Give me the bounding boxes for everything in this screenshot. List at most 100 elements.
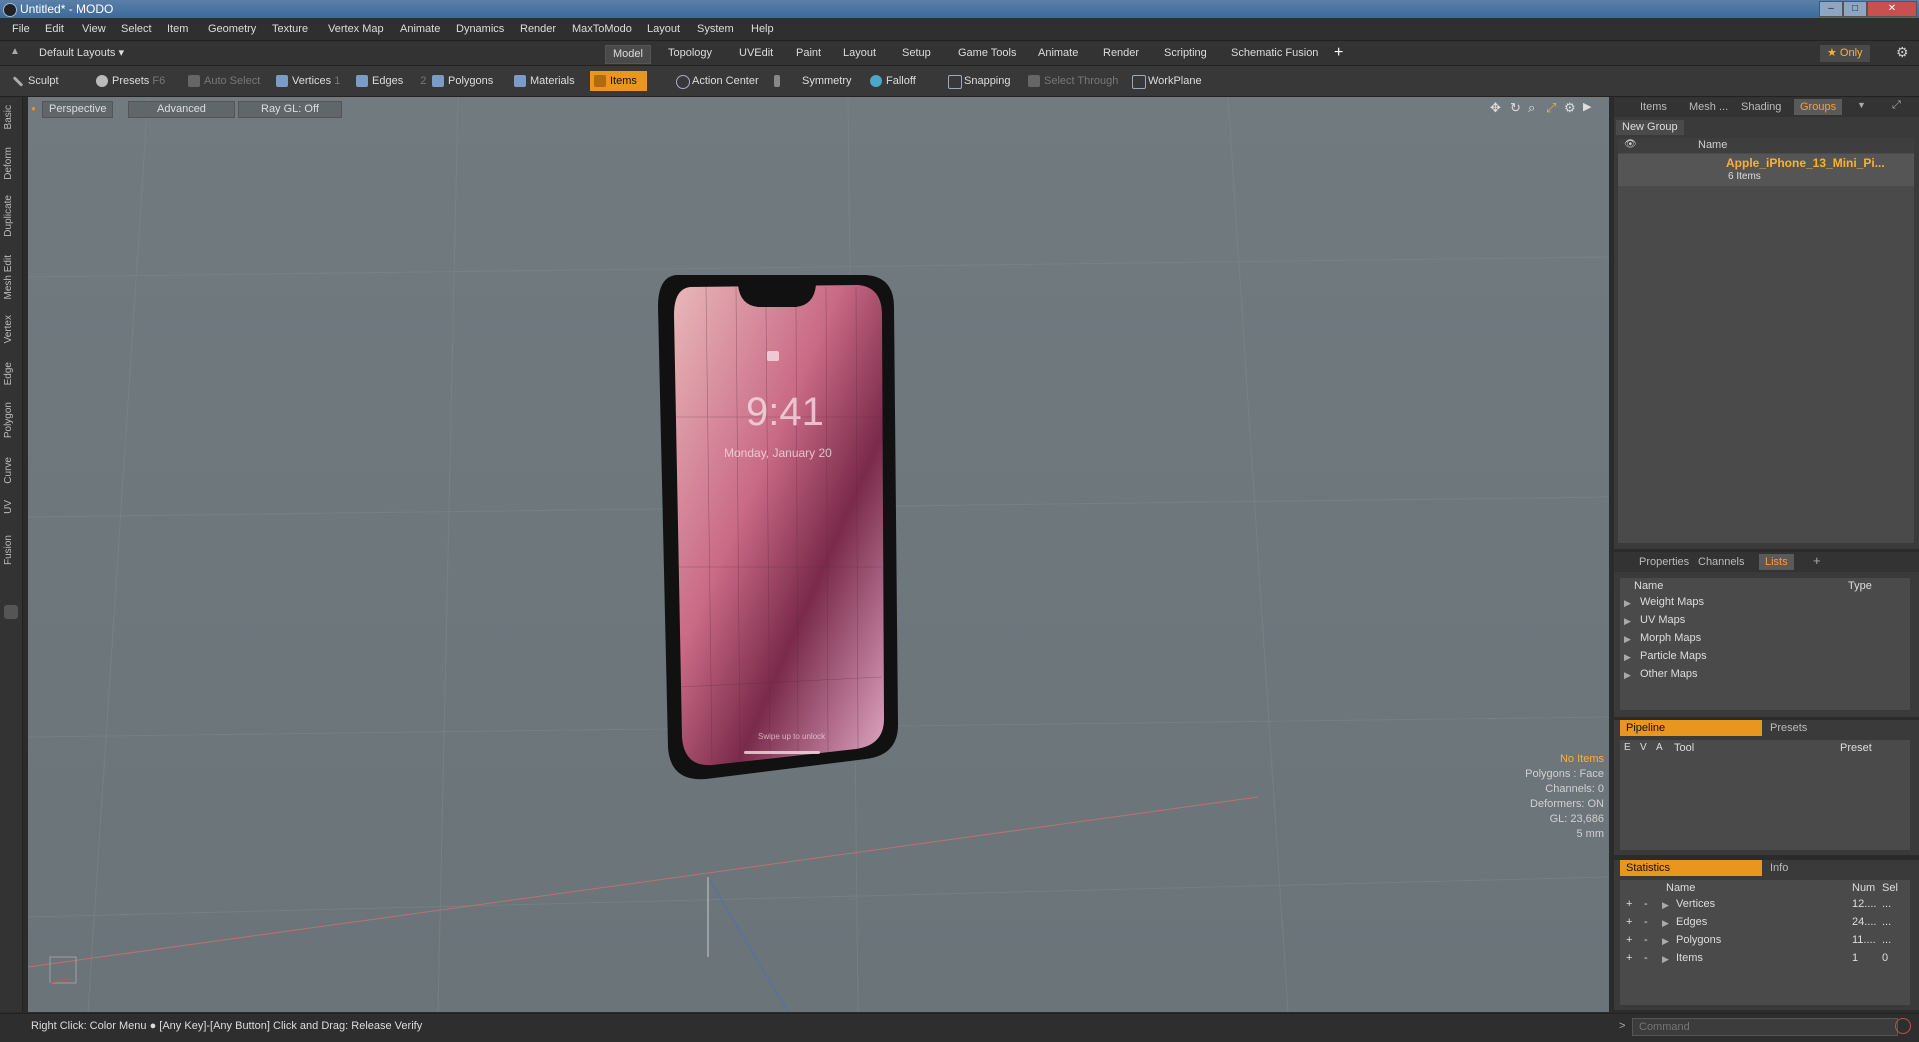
collapse-button[interactable]: - — [1644, 952, 1648, 964]
minimize-button[interactable]: – — [1819, 1, 1843, 17]
close-button[interactable]: ✕ — [1867, 1, 1917, 17]
tab-render[interactable]: Render — [1096, 45, 1146, 62]
list-item[interactable]: UV Maps — [1640, 614, 1685, 626]
3d-viewport[interactable]: ● Perspective Advanced Ray GL: Off ✥ ↻ ⌕… — [28, 97, 1609, 1012]
vtab-polygon[interactable]: Polygon — [3, 402, 14, 438]
tab-statistics[interactable]: Statistics — [1620, 860, 1762, 876]
zoom-icon[interactable]: ⌕ — [1528, 100, 1535, 116]
list-item[interactable]: Other Maps — [1640, 668, 1697, 680]
rotate-icon[interactable]: ↻ — [1510, 100, 1521, 116]
tab-presets[interactable]: Presets — [1764, 720, 1813, 736]
tab-mesh[interactable]: Mesh ... — [1683, 99, 1734, 115]
menu-animate[interactable]: Animate — [400, 23, 440, 35]
menu-system[interactable]: System — [697, 23, 734, 35]
tab-animate[interactable]: Animate — [1031, 45, 1085, 62]
menu-file[interactable]: File — [12, 23, 30, 35]
expand-button[interactable]: + — [1626, 934, 1632, 946]
tab-scripting[interactable]: Scripting — [1157, 45, 1214, 62]
menu-view[interactable]: View — [82, 23, 106, 35]
polygons-button[interactable]: Polygons — [428, 71, 493, 91]
gear-icon[interactable]: ⚙ — [1896, 44, 1909, 61]
group-row[interactable]: Apple_iPhone_13_Mini_Pi... 6 Items — [1618, 154, 1914, 186]
collapse-button[interactable]: - — [1644, 916, 1648, 928]
iphone-model[interactable]: 9:41 Monday, January 20 Swipe up to unlo… — [646, 267, 906, 797]
materials-button[interactable]: Materials — [510, 71, 575, 91]
strip-toggle-button[interactable] — [4, 605, 18, 619]
vtab-mesh-edit[interactable]: Mesh Edit — [3, 255, 14, 299]
only-toggle[interactable]: ★ Only — [1820, 45, 1870, 62]
vtab-deform[interactable]: Deform — [3, 147, 14, 180]
add-tab-icon[interactable]: + — [1813, 553, 1821, 568]
workplane-button[interactable]: WorkPlane — [1128, 71, 1202, 91]
menu-help[interactable]: Help — [751, 23, 774, 35]
add-tab-icon[interactable]: + — [1334, 44, 1343, 62]
menu-texture[interactable]: Texture — [272, 23, 308, 35]
list-item[interactable]: Morph Maps — [1640, 632, 1701, 644]
tab-schematic-fusion[interactable]: Schematic Fusion — [1224, 45, 1325, 62]
auto-select-button[interactable]: Auto Select — [184, 71, 260, 91]
menu-dynamics[interactable]: Dynamics — [456, 23, 504, 35]
menu-maxtomodo[interactable]: MaxToModo — [572, 23, 632, 35]
tab-groups[interactable]: Groups — [1794, 99, 1843, 115]
tab-shading[interactable]: Shading — [1735, 99, 1787, 115]
vtab-basic[interactable]: Basic — [3, 105, 14, 129]
vtab-duplicate[interactable]: Duplicate — [3, 195, 14, 237]
tab-model[interactable]: Model — [605, 45, 651, 64]
tab-topology[interactable]: Topology — [661, 45, 719, 62]
falloff-button[interactable]: Falloff — [866, 71, 916, 91]
tab-info[interactable]: Info — [1764, 860, 1794, 876]
fit-icon[interactable]: ⤢ — [1546, 100, 1556, 116]
menu-vertex-map[interactable]: Vertex Map — [328, 23, 384, 35]
tab-lists[interactable]: Lists — [1759, 554, 1794, 570]
menu-item[interactable]: Item — [167, 23, 188, 35]
tab-game-tools[interactable]: Game Tools — [951, 45, 1024, 62]
new-group-button[interactable]: New Group — [1616, 120, 1684, 135]
menu-edit[interactable]: Edit — [45, 23, 64, 35]
vtab-curve[interactable]: Curve — [3, 457, 14, 484]
list-item[interactable]: Weight Maps — [1640, 596, 1704, 608]
raygl-button[interactable]: Ray GL: Off — [238, 101, 342, 118]
expand-button[interactable]: + — [1626, 916, 1632, 928]
menu-layout[interactable]: Layout — [647, 23, 680, 35]
select-through-button[interactable]: Select Through — [1024, 71, 1118, 91]
vtab-fusion[interactable]: Fusion — [3, 535, 14, 565]
sculpt-button[interactable]: Sculpt — [8, 71, 59, 91]
collapse-button[interactable]: - — [1644, 898, 1648, 910]
menu-geometry[interactable]: Geometry — [208, 23, 256, 35]
tab-properties[interactable]: Properties — [1633, 554, 1695, 570]
expand-button[interactable]: + — [1626, 952, 1632, 964]
action-center-button[interactable]: Action Center — [672, 71, 759, 91]
collapse-button[interactable]: - — [1644, 934, 1648, 946]
tab-uvedit[interactable]: UVEdit — [732, 45, 780, 62]
tab-layout[interactable]: Layout — [836, 45, 883, 62]
symmetry-button[interactable]: Symmetry — [770, 71, 852, 91]
maximize-button[interactable]: □ — [1843, 1, 1867, 17]
vtab-uv[interactable]: UV — [3, 500, 14, 514]
edges-button[interactable]: Edges 2 — [352, 71, 426, 91]
view-perspective-button[interactable]: Perspective — [42, 101, 114, 118]
layout-arrow-icon[interactable]: ▲ — [10, 46, 20, 57]
record-icon[interactable] — [1895, 1018, 1911, 1034]
tab-setup[interactable]: Setup — [895, 45, 938, 62]
tab-pipeline[interactable]: Pipeline — [1620, 720, 1762, 736]
vtab-edge[interactable]: Edge — [3, 362, 14, 385]
tab-channels[interactable]: Channels — [1692, 554, 1750, 570]
tab-paint[interactable]: Paint — [789, 45, 828, 62]
pan-icon[interactable]: ✥ — [1490, 100, 1501, 116]
tabs-dropdown-icon[interactable]: ▼ — [1857, 100, 1866, 110]
items-button[interactable]: Items — [590, 71, 647, 91]
vertices-button[interactable]: Vertices 1 — [272, 71, 340, 91]
tab-items[interactable]: Items — [1634, 99, 1673, 115]
list-item[interactable]: Particle Maps — [1640, 650, 1707, 662]
expand-button[interactable]: + — [1626, 898, 1632, 910]
menu-render[interactable]: Render — [520, 23, 556, 35]
viewport-settings-icon[interactable]: ⚙ — [1564, 100, 1576, 116]
command-input[interactable] — [1632, 1018, 1898, 1036]
viewport-menu-icon[interactable]: ▶ — [1583, 100, 1591, 113]
snapping-button[interactable]: Snapping — [944, 71, 1011, 91]
expand-panel-icon[interactable]: ⤢ — [1892, 99, 1901, 112]
presets-button[interactable]: Presets F6 — [92, 71, 165, 91]
view-mode-button[interactable]: Advanced — [128, 101, 235, 118]
vtab-vertex[interactable]: Vertex — [3, 315, 14, 343]
menu-select[interactable]: Select — [121, 23, 152, 35]
